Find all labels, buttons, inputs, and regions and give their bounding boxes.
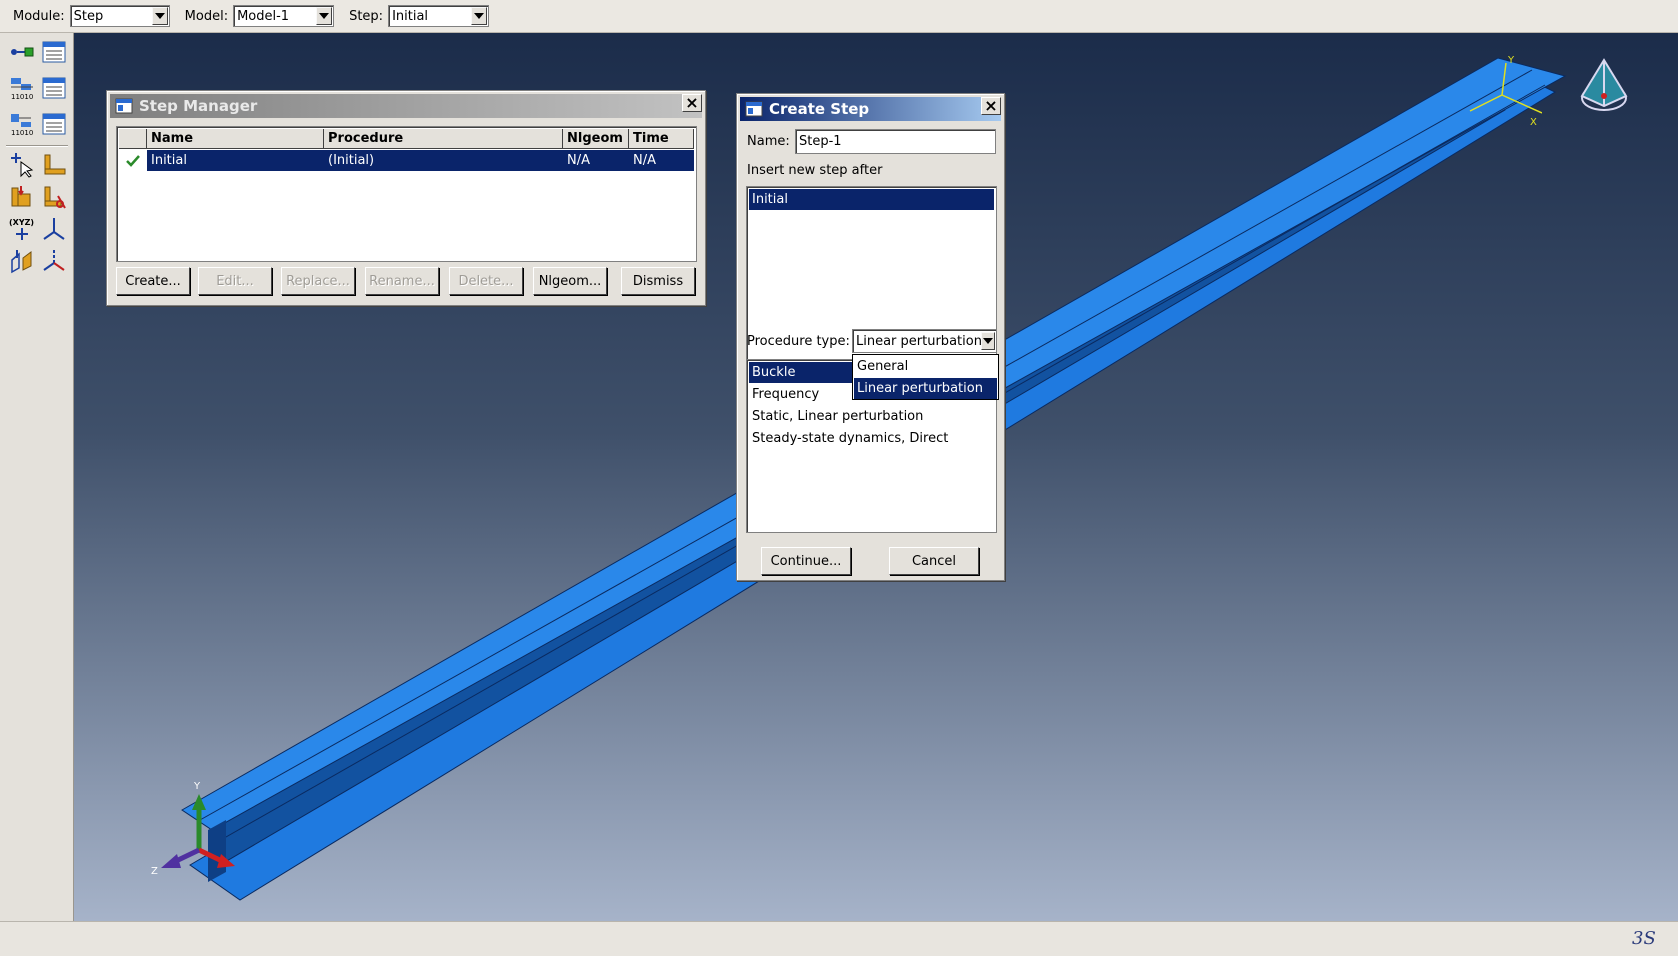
- create-step-titlebar[interactable]: Create Step: [740, 97, 1001, 121]
- nlgeom-button[interactable]: Nlgeom...: [533, 267, 607, 295]
- datum-point-icon[interactable]: (XYZ): [8, 215, 36, 243]
- datum-plane-icon[interactable]: [8, 247, 36, 275]
- edit-button[interactable]: Edit...: [198, 267, 272, 295]
- step-manager-titlebar[interactable]: Step Manager: [110, 94, 702, 118]
- module-value: Step: [73, 8, 104, 24]
- dropdown-option-general[interactable]: General: [854, 356, 997, 377]
- step-combo[interactable]: Initial: [388, 5, 490, 27]
- row-name: Initial: [151, 153, 187, 168]
- select-query-icon[interactable]: [8, 151, 36, 179]
- list-item-label: Buckle: [752, 365, 796, 380]
- create-history-output-icon[interactable]: 11010: [8, 110, 36, 138]
- replace-button[interactable]: Replace...: [281, 267, 355, 295]
- list-item-label: Frequency: [752, 387, 820, 402]
- table-row[interactable]: Initial (Initial) N/A N/A: [147, 150, 694, 171]
- name-field[interactable]: Step-1: [795, 129, 996, 154]
- global-csys-icon: Y X: [1469, 55, 1542, 125]
- module-combo[interactable]: Step: [69, 5, 170, 27]
- check-icon: [119, 150, 147, 171]
- procedure-type-label: Procedure type:: [747, 334, 850, 349]
- dropdown-option-label: General: [857, 359, 909, 374]
- context-bar: Module: Step Model: Model-1 Step: Initia…: [0, 0, 1678, 33]
- ds-logo-icon: 3S: [1632, 928, 1656, 949]
- status-bar: 3S: [0, 921, 1678, 956]
- svg-text:11010: 11010: [11, 93, 33, 101]
- rename-button[interactable]: Rename...: [365, 267, 439, 295]
- datum-axis-icon[interactable]: [40, 215, 68, 243]
- list-item[interactable]: Initial: [749, 189, 994, 210]
- boundary-condition-icon[interactable]: [8, 183, 36, 211]
- insert-after-label: Insert new step after: [747, 163, 883, 178]
- svg-text:11010: 11010: [11, 129, 33, 137]
- chevron-down-icon[interactable]: [316, 7, 333, 25]
- close-icon[interactable]: ×: [682, 94, 702, 112]
- axis-triad-icon: Y Z: [151, 781, 235, 877]
- load-icon[interactable]: [40, 151, 68, 179]
- dropdown-option-linear-perturbation[interactable]: Linear perturbation: [854, 378, 997, 399]
- chevron-down-icon[interactable]: [151, 7, 168, 25]
- row-nlgeom: N/A: [567, 153, 590, 168]
- window-icon: [745, 101, 763, 117]
- list-item[interactable]: Static, Linear perturbation: [749, 406, 994, 427]
- step-value: Initial: [392, 8, 429, 24]
- view-cube-icon[interactable]: [1574, 48, 1634, 118]
- list-item-label: Steady-state dynamics, Direct: [752, 431, 949, 446]
- svg-text:3S: 3S: [1632, 928, 1656, 949]
- table-header-check: [119, 129, 147, 149]
- list-item-label: Static, Linear perturbation: [752, 409, 924, 424]
- toolbox-divider: [6, 145, 68, 146]
- create-step-dialog: Create Step × Name: Step-1 Insert new st…: [736, 93, 1005, 581]
- procedure-type-value: Linear perturbation: [856, 333, 981, 349]
- triad-z-label: Z: [151, 866, 158, 877]
- row-time: N/A: [633, 153, 656, 168]
- create-button[interactable]: Create...: [116, 267, 190, 295]
- csys-y-label: Y: [1507, 55, 1515, 66]
- column-header-procedure[interactable]: Procedure: [324, 129, 563, 149]
- svg-text:(XYZ): (XYZ): [9, 218, 34, 227]
- steps-table: Name Procedure Nlgeom Time Initial (Init…: [116, 126, 697, 262]
- step-manager-title: Step Manager: [139, 97, 258, 115]
- procedure-type-dropdown: General Linear perturbation: [852, 354, 999, 400]
- column-header-name[interactable]: Name: [147, 129, 324, 149]
- step-manager-icon[interactable]: [40, 38, 68, 66]
- name-label: Name:: [747, 134, 790, 149]
- datum-csys-icon[interactable]: [40, 247, 68, 275]
- csys-x-label: X: [1530, 117, 1537, 125]
- model-label: Model:: [184, 8, 229, 24]
- list-item[interactable]: Steady-state dynamics, Direct: [749, 428, 994, 449]
- row-procedure: (Initial): [328, 153, 375, 168]
- continue-button[interactable]: Continue...: [761, 547, 851, 575]
- window-icon: [115, 98, 133, 114]
- column-header-nlgeom[interactable]: Nlgeom: [563, 129, 629, 149]
- create-field-output-icon[interactable]: 11010: [8, 74, 36, 102]
- module-label: Module:: [13, 8, 65, 24]
- model-combo[interactable]: Model-1: [233, 5, 335, 27]
- dismiss-button[interactable]: Dismiss: [621, 267, 695, 295]
- triad-y-label: Y: [193, 781, 201, 792]
- history-output-manager-icon[interactable]: [40, 110, 68, 138]
- model-value: Model-1: [237, 8, 290, 24]
- chevron-down-icon[interactable]: [981, 332, 995, 350]
- field-output-manager-icon[interactable]: [40, 74, 68, 102]
- procedure-type-combo[interactable]: Linear perturbation: [852, 329, 997, 353]
- close-icon[interactable]: ×: [981, 97, 1001, 115]
- cancel-button[interactable]: Cancel: [889, 547, 979, 575]
- list-item-label: Initial: [752, 192, 788, 207]
- chevron-down-icon[interactable]: [471, 7, 488, 25]
- create-step-title: Create Step: [769, 100, 870, 118]
- dropdown-option-label: Linear perturbation: [857, 381, 983, 396]
- step-label: Step:: [349, 8, 384, 24]
- column-header-time[interactable]: Time: [629, 129, 694, 149]
- step-manager-dialog: Step Manager × Name Procedure Nlgeom Tim…: [106, 90, 706, 306]
- predefined-field-icon[interactable]: [40, 183, 68, 211]
- delete-button[interactable]: Delete...: [449, 267, 523, 295]
- toolbox: 11010 11010 (XYZ): [0, 33, 74, 921]
- create-step-icon[interactable]: [8, 38, 36, 66]
